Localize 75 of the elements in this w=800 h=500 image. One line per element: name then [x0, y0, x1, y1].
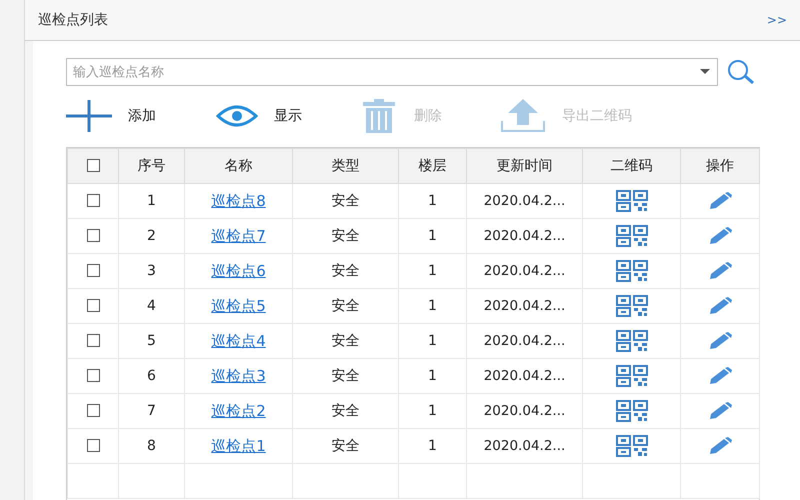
table-cell: 2020.04.2... — [484, 298, 566, 314]
row-number: 5 — [147, 332, 156, 348]
checkbox[interactable] — [86, 299, 100, 312]
qr-code-icon[interactable] — [616, 400, 648, 422]
table-cell: 安全 — [332, 228, 360, 244]
qr-code-icon[interactable] — [616, 435, 648, 457]
eye-icon — [216, 104, 258, 128]
column-header: 更新时间 — [496, 158, 552, 174]
table-cell: 2020.04.2... — [484, 402, 566, 418]
plus-icon — [66, 100, 112, 132]
table-cell: 安全 — [332, 402, 360, 418]
checkbox[interactable] — [86, 439, 100, 452]
table-cell: 2020.04.2... — [484, 368, 566, 384]
table-cell: 2020.04.2... — [484, 192, 566, 208]
table-cell: 1 — [428, 402, 437, 418]
table-cell: 1 — [428, 262, 437, 278]
table-cell: 安全 — [332, 192, 360, 208]
column-header: 操作 — [706, 158, 734, 174]
table-cell: 2020.04.2... — [484, 262, 566, 278]
table-cell: 2020.04.2... — [484, 332, 566, 348]
qr-code-icon[interactable] — [616, 330, 648, 352]
table-cell: 1 — [428, 192, 437, 208]
table-cell: 1 — [428, 438, 437, 454]
row-number: 1 — [147, 192, 156, 208]
qr-code-icon[interactable] — [616, 225, 648, 247]
pencil-icon[interactable] — [708, 296, 732, 315]
table-cell: 安全 — [332, 368, 360, 384]
row-number: 2 — [147, 228, 156, 244]
table-cell: 安全 — [332, 262, 360, 278]
table-cell: 安全 — [332, 298, 360, 314]
column-header: 类型 — [332, 158, 360, 174]
checkbox[interactable] — [86, 264, 100, 278]
pencil-icon[interactable] — [708, 262, 732, 280]
trash-icon — [360, 99, 398, 133]
row-number: 3 — [147, 262, 156, 278]
row-number: 4 — [147, 298, 156, 314]
table-cell: 1 — [428, 368, 437, 384]
dropdown-caret-icon[interactable] — [700, 69, 710, 74]
column-header: 楼层 — [418, 158, 446, 174]
row-number: 7 — [147, 402, 156, 418]
checkbox[interactable] — [86, 369, 100, 382]
column-header: 名称 — [224, 158, 252, 174]
search-icon[interactable] — [726, 59, 756, 85]
collapse-button[interactable]: >> — [766, 11, 787, 29]
table-cell: 1 — [428, 298, 437, 314]
table-cell: 2020.04.2... — [484, 438, 566, 454]
table-cell: 安全 — [332, 438, 360, 454]
qr-code-icon[interactable] — [616, 365, 648, 387]
checkbox[interactable] — [86, 404, 100, 418]
qr-code-icon[interactable] — [616, 190, 648, 212]
search-field[interactable]: 输入巡检点名称 — [66, 58, 718, 86]
checkbox[interactable] — [86, 229, 100, 242]
pencil-icon[interactable] — [708, 226, 732, 245]
checkbox[interactable] — [86, 159, 100, 172]
column-header: 序号 — [138, 158, 166, 174]
pencil-icon[interactable] — [708, 192, 732, 210]
checkbox[interactable] — [86, 334, 100, 348]
toolbar-button[interactable]: 显示 — [216, 104, 360, 128]
table-cell: 安全 — [332, 332, 360, 348]
qr-code-icon[interactable] — [616, 295, 648, 317]
row-number: 8 — [147, 438, 156, 454]
upload-icon — [500, 99, 546, 133]
table-cell: 1 — [428, 332, 437, 348]
pencil-icon[interactable] — [708, 332, 732, 350]
qr-code-icon[interactable] — [616, 260, 648, 282]
panel-title: 巡检点列表 — [38, 10, 108, 30]
pencil-icon[interactable] — [708, 402, 732, 420]
row-number: 6 — [147, 368, 156, 384]
column-header: 二维码 — [610, 158, 652, 174]
pencil-icon[interactable] — [708, 436, 732, 455]
toolbar-button[interactable]: 添加 — [66, 100, 216, 132]
table-cell: 2020.04.2... — [484, 228, 566, 244]
checkbox[interactable] — [86, 194, 100, 208]
table-cell: 1 — [428, 228, 437, 244]
pencil-icon[interactable] — [708, 366, 732, 385]
